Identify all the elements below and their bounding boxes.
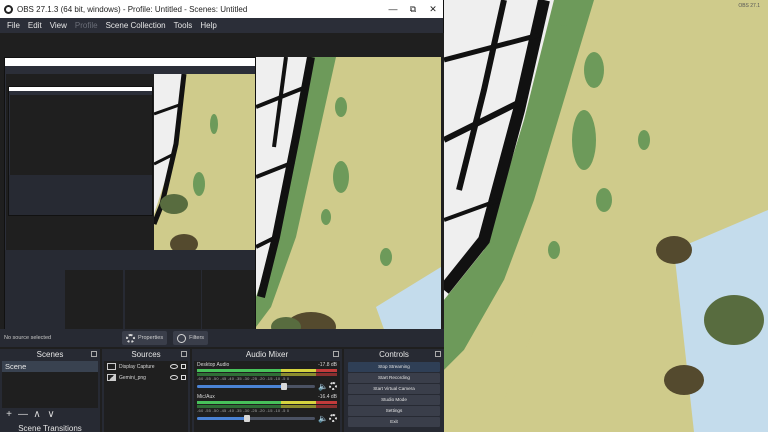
docks: Scenes Scene + — ∧ ∨ Scene Transitions S… xyxy=(0,347,444,432)
preview-area xyxy=(0,33,444,335)
screen: OBS 27.1 OBS 27.1.3 (64 bit, windows) - … xyxy=(0,0,768,432)
remove-scene-button[interactable]: — xyxy=(16,409,30,420)
lock-icon[interactable] xyxy=(181,375,186,380)
channel-level: -17.8 dB xyxy=(318,362,337,368)
minimize-button[interactable]: — xyxy=(383,0,403,18)
source-item[interactable]: Display Capture xyxy=(104,361,188,372)
channel-level: -16.4 dB xyxy=(318,394,337,400)
controls-header: Controls xyxy=(344,349,444,361)
nested-map-medium xyxy=(154,74,255,250)
sources-header: Sources xyxy=(102,349,190,361)
menu-profile[interactable]: Profile xyxy=(71,21,102,30)
no-source-label: No source selected xyxy=(4,335,52,341)
scenes-title: Scenes xyxy=(36,350,64,359)
menu-file[interactable]: File xyxy=(3,21,24,30)
obs-window: OBS 27.1.3 (64 bit, windows) - Profile: … xyxy=(0,0,444,432)
mixer-channel-desktop: Desktop Audio -17.8 dB -60 -55 -50 -45 -… xyxy=(194,361,340,393)
meter-scale: -60 -55 -50 -45 -40 -35 -30 -25 -20 -15 … xyxy=(197,376,290,381)
scenes-toolbar: + — ∧ ∨ xyxy=(2,409,58,420)
source-name: Gemini_png xyxy=(119,374,146,381)
monitor-icon xyxy=(107,363,116,370)
start-recording-button[interactable]: Start Recording xyxy=(348,373,440,383)
source-toolbar: No source selected Properties Filters xyxy=(0,329,444,347)
scenes-list: Scene xyxy=(2,361,98,408)
volume-slider[interactable] xyxy=(197,382,315,390)
popout-icon[interactable] xyxy=(435,351,441,357)
menu-view[interactable]: View xyxy=(46,21,71,30)
eye-icon[interactable] xyxy=(170,364,178,369)
menu-scene-collection[interactable]: Scene Collection xyxy=(102,21,170,30)
scenes-dock: Scenes Scene + — ∧ ∨ Scene Transitions xyxy=(0,349,100,432)
controls-dock: Controls Stop Streaming Start Recording … xyxy=(344,349,444,432)
eye-icon[interactable] xyxy=(170,375,178,380)
scenes-header: Scenes xyxy=(0,349,100,361)
stop-streaming-button[interactable]: Stop Streaming xyxy=(348,362,440,372)
map-background: OBS 27.1 xyxy=(444,0,768,432)
channel-name: Mic/Aux xyxy=(197,394,215,400)
sources-dock: Sources Display Capture Gemini_png xyxy=(102,349,190,432)
audio-mixer-dock: Audio Mixer Desktop Audio -17.8 dB -60 -… xyxy=(192,349,342,432)
nested-obs-1 xyxy=(4,57,256,335)
mixer-body: Desktop Audio -17.8 dB -60 -55 -50 -45 -… xyxy=(194,361,340,432)
mixer-title: Audio Mixer xyxy=(245,350,289,359)
window-controls: — ⧉ ✕ xyxy=(383,0,443,18)
image-icon xyxy=(107,374,116,381)
close-button[interactable]: ✕ xyxy=(423,0,443,18)
studio-mode-button[interactable]: Studio Mode xyxy=(348,395,440,405)
volume-knob[interactable] xyxy=(281,382,288,390)
scene-item[interactable]: Scene xyxy=(2,361,98,372)
exit-button[interactable]: Exit xyxy=(348,417,440,427)
controls-body: Stop Streaming Start Recording Start Vir… xyxy=(346,361,442,432)
mixer-header: Audio Mixer xyxy=(192,349,342,361)
nested-obs-2 xyxy=(8,86,153,216)
speaker-icon[interactable]: 🔈 xyxy=(318,414,328,422)
volume-fill xyxy=(197,416,247,420)
move-up-button[interactable]: ∧ xyxy=(30,409,44,420)
speaker-icon[interactable]: 🔈 xyxy=(318,382,328,390)
map-image xyxy=(444,0,768,432)
popout-icon[interactable] xyxy=(333,351,339,357)
lock-icon[interactable] xyxy=(181,364,186,369)
menu-edit[interactable]: Edit xyxy=(24,21,46,30)
source-name: Display Capture xyxy=(119,363,155,370)
properties-button[interactable]: Properties xyxy=(122,331,168,345)
obs-logo-icon xyxy=(4,4,13,14)
sources-title: Sources xyxy=(131,350,161,359)
meter-scale: -60 -55 -50 -45 -40 -35 -30 -25 -20 -15 … xyxy=(197,408,290,413)
filters-button[interactable]: Filters xyxy=(173,331,209,345)
properties-label: Properties xyxy=(138,335,164,341)
gear-icon[interactable] xyxy=(329,382,337,390)
menu-tools[interactable]: Tools xyxy=(170,21,197,30)
filters-label: Filters xyxy=(189,335,205,341)
start-virtual-camera-button[interactable]: Start Virtual Camera xyxy=(348,384,440,394)
level-meter xyxy=(197,401,337,404)
add-scene-button[interactable]: + xyxy=(2,409,16,420)
menu-bar: File Edit View Profile Scene Collection … xyxy=(0,18,443,33)
sources-list: Display Capture Gemini_png xyxy=(104,361,188,432)
background-label: OBS 27.1 xyxy=(738,3,760,9)
controls-title: Controls xyxy=(379,350,409,359)
source-item[interactable]: Gemini_png xyxy=(104,372,188,383)
volume-fill xyxy=(197,384,285,388)
preview-map xyxy=(256,57,441,335)
channel-name: Desktop Audio xyxy=(197,362,230,368)
window-title: OBS 27.1.3 (64 bit, windows) - Profile: … xyxy=(17,4,248,14)
gear-icon[interactable] xyxy=(329,414,337,422)
popout-icon[interactable] xyxy=(91,351,97,357)
level-meter xyxy=(197,369,337,372)
maximize-button[interactable]: ⧉ xyxy=(403,0,423,18)
scene-transitions-header: Scene Transitions xyxy=(0,423,100,432)
gear-icon xyxy=(126,333,135,343)
menu-help[interactable]: Help xyxy=(196,21,220,30)
mixer-channel-mic: Mic/Aux -16.4 dB -60 -55 -50 -45 -40 -35… xyxy=(194,393,340,425)
title-bar: OBS 27.1.3 (64 bit, windows) - Profile: … xyxy=(0,0,443,18)
popout-icon[interactable] xyxy=(181,351,187,357)
preview-canvas[interactable] xyxy=(4,57,441,335)
volume-slider[interactable] xyxy=(197,414,315,422)
volume-knob[interactable] xyxy=(243,414,250,422)
filter-icon xyxy=(177,333,187,343)
move-down-button[interactable]: ∨ xyxy=(44,409,58,420)
settings-button[interactable]: Settings xyxy=(348,406,440,416)
